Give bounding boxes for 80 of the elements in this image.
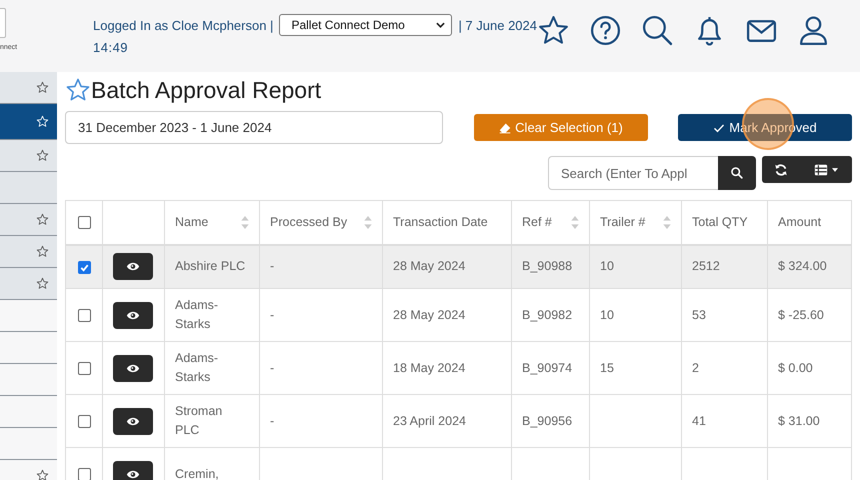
eye-icon [126,416,140,426]
user-icon[interactable] [797,14,830,47]
search-button[interactable] [718,156,756,190]
table-cell-text: 53 [692,306,706,324]
view-button[interactable] [113,408,153,434]
star-icon[interactable] [36,245,49,258]
eye-icon [126,310,140,320]
star-icon[interactable] [36,213,49,226]
table-cell-text: 28 May 2024 [393,258,466,276]
table-cell-text: - [270,258,274,276]
table-cell-text: $ 31.00 [778,412,820,430]
search-icon[interactable] [641,14,674,47]
search-icon [730,166,744,180]
row-checkbox[interactable] [78,415,90,428]
clear-selection-button[interactable]: Clear Selection (1) [474,114,648,141]
date-range-field[interactable]: 31 December 2023 - 1 June 2024 [65,111,443,144]
row-checkbox[interactable] [78,362,90,376]
company-select[interactable]: Pallet Connect Demo [279,14,452,36]
table-cell-text: - [270,306,274,324]
table-cell-text: Cremin, [175,466,219,480]
star-icon[interactable] [36,469,49,480]
table-cell-text: 23 April 2024 [393,412,466,430]
table-cell-text: - [270,360,274,376]
table-icon [814,162,828,176]
eye-icon [126,362,140,374]
table-cell-text: B_90982 [522,306,572,324]
column-header[interactable]: Amount [778,215,822,230]
eye-icon [126,468,140,480]
refresh-icon [774,162,788,176]
table-cell-text: Adams- Starks [175,297,218,333]
table-cell-text: 2 [692,360,699,376]
table-cell-text: 2512 [692,258,720,276]
view-button[interactable] [113,354,153,382]
view-button[interactable] [113,253,153,280]
columns-button[interactable] [800,156,852,183]
table-cell-text: B_90988 [522,258,572,276]
table-cell-text: 41 [692,412,706,430]
table-cell-text: B_90974 [522,360,572,376]
help-icon[interactable] [589,14,622,47]
view-button[interactable] [113,460,153,480]
table-cell-text: 15 [600,360,614,376]
column-header[interactable]: Trailer # [600,215,646,230]
star-icon[interactable] [36,149,49,162]
time-label: 14:49 [93,40,130,55]
eraser-icon [499,122,512,134]
table-cell-text: B_90956 [522,412,572,430]
row-checkbox[interactable] [78,468,90,480]
column-header[interactable]: Ref # [522,215,552,230]
column-header[interactable]: Name [175,215,208,230]
chevron-icon [436,22,446,28]
star-icon[interactable] [36,81,49,94]
table-cell-text: - [270,412,274,430]
view-button[interactable] [113,302,153,328]
user-label: Logged In as Cloe Mcpherson | [93,18,274,32]
date-label: | 7 June 2024 [458,18,537,32]
table-cell-text: 10 [600,306,614,324]
star-icon[interactable] [65,77,91,103]
table-row[interactable]: Adams- Starks - 18 May 2024 B_90974 15 2 $ 0.00 [66,342,852,394]
table-cell-text: 28 May 2024 [393,306,466,324]
star-icon[interactable] [36,277,49,290]
table-row[interactable]: Stroman PLC - 23 April 2024 B_90956 41 $ 31.00 [66,394,852,448]
table-row[interactable]: Cremin, [66,448,852,480]
refresh-button[interactable] [762,156,800,183]
row-checkbox[interactable] [78,260,90,274]
table-row[interactable]: Adams- Starks - 28 May 2024 B_90982 10 53 $ -25.60 [66,288,852,342]
table-cell-text: $ 324.00 [778,258,827,276]
page-title: Batch Approval Report [91,76,322,104]
table-cell-text: 18 May 2024 [393,360,466,377]
table-cell-text: $ -25.60 [778,306,824,324]
table-cell-text: Adams- Starks [175,350,218,386]
table-row[interactable]: Abshire PLC - 28 May 2024 B_90988 10 2512 $ 324.00 [66,244,852,288]
table-cell-text: Stroman PLC [175,403,222,439]
eye-icon [126,261,140,272]
select-all-checkbox[interactable] [78,216,90,230]
table-cell-text: 10 [600,258,614,276]
row-checkbox[interactable] [78,309,90,322]
table-cell-text: Abshire PLC [175,258,246,276]
search-field[interactable]: Search (Enter To Appl [548,156,718,190]
table-cell-text: $ 0.00 [778,360,813,376]
caret-icon [832,168,838,172]
